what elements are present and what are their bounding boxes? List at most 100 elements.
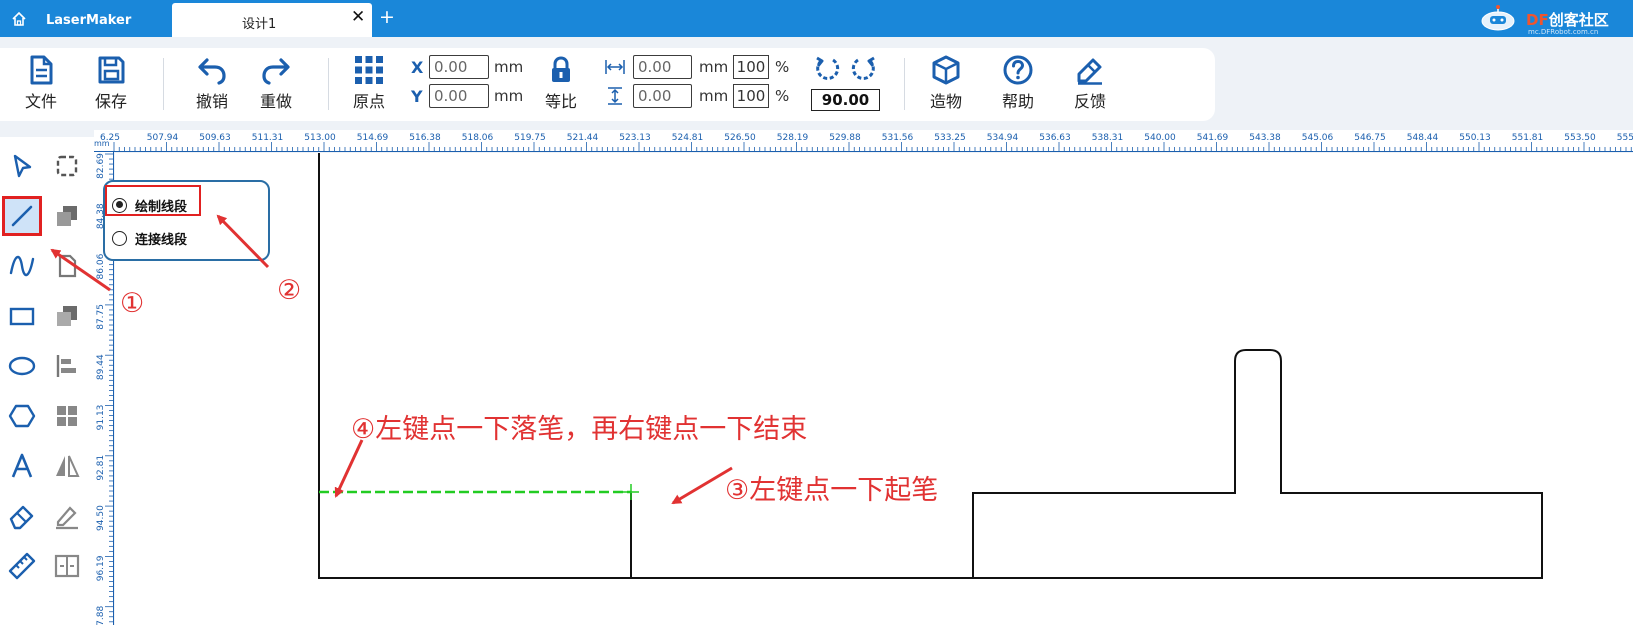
cursor-arrow-icon <box>13 154 32 178</box>
v-ruler-label: 89.44 <box>96 354 106 380</box>
save-label: 保存 <box>94 92 127 111</box>
h-ruler-label: 523.13 <box>619 133 651 143</box>
width-unit: mm <box>699 58 729 76</box>
align-tool[interactable] <box>47 346 87 386</box>
h-ruler-label: 529.88 <box>829 133 861 143</box>
add-tab-icon[interactable]: + <box>379 6 395 28</box>
brand-url: mc.DFRobot.com.cn <box>1528 28 1599 36</box>
undo-button[interactable]: 撤销 <box>183 54 241 112</box>
subtract-tool[interactable] <box>47 296 87 336</box>
h-ruler-label: 511.31 <box>252 133 284 143</box>
save-button[interactable]: 保存 <box>82 54 140 112</box>
proportional-lock-button[interactable]: 等比 <box>532 54 590 112</box>
ruler-unit-label: mm <box>94 139 110 148</box>
ellipse-icon <box>8 356 36 376</box>
h-ruler-label: 538.31 <box>1092 133 1124 143</box>
h-ruler-label: 516.38 <box>409 133 441 143</box>
build-button[interactable]: 造物 <box>917 54 975 112</box>
height-arrow-icon <box>608 87 622 105</box>
h-ruler-label: 528.19 <box>777 133 809 143</box>
highlight-box <box>105 185 201 216</box>
help-button[interactable]: 帮助 <box>989 54 1047 112</box>
align-left-icon <box>56 355 76 377</box>
v-ruler-label: 92.81 <box>96 455 106 481</box>
design-canvas[interactable] <box>115 153 1633 625</box>
split-tool[interactable] <box>47 546 87 586</box>
help-label: 帮助 <box>1001 92 1034 111</box>
h-ruler-label: 513.00 <box>304 133 336 143</box>
h-ruler-label: 534.94 <box>987 133 1019 143</box>
origin-grid-icon <box>355 56 383 84</box>
title-bar: LaserMaker 2.0.16 设计1 ✕ + DF创客社区 mc.DFRo… <box>0 0 1633 69</box>
rotation-angle-input[interactable]: 90.00 <box>811 89 880 111</box>
select-tool[interactable] <box>2 146 42 186</box>
brand-name-cn: 创客社区 <box>1548 11 1609 29</box>
v-ruler-label: 94.50 <box>96 505 106 531</box>
h-ruler-label: 509.63 <box>199 133 231 143</box>
file-label: 文件 <box>24 92 57 111</box>
polygon-tool[interactable] <box>2 396 42 436</box>
pen-edit-tool[interactable] <box>47 496 87 536</box>
h-ruler-label: 550.13 <box>1459 133 1491 143</box>
width-arrow-icon <box>605 60 625 74</box>
annotation-3: ③左键点一下起笔 <box>725 475 939 506</box>
ellipse-tool[interactable] <box>2 346 42 386</box>
home-button[interactable] <box>0 0 38 37</box>
h-ruler-label: 521.44 <box>567 133 599 143</box>
combine-tool[interactable] <box>47 196 87 236</box>
height-input[interactable]: 0.00 <box>633 84 692 108</box>
annotation-1: ① <box>120 288 145 319</box>
eraser-tool[interactable] <box>2 496 42 536</box>
feedback-button[interactable]: 反馈 <box>1061 54 1119 112</box>
connect-segment-radio[interactable] <box>112 230 127 246</box>
h-ruler-label: 543.38 <box>1249 133 1281 143</box>
brand-logo: DF创客社区 mc.DFRobot.com.cn <box>1478 4 1633 36</box>
document-tab-label: 设计1 <box>242 17 277 32</box>
height-percent-input[interactable]: 100 <box>733 84 769 108</box>
connect-segment-option[interactable]: 连接线段 <box>112 227 187 249</box>
robot-logo-icon <box>1481 5 1515 31</box>
h-ruler-label: 545.06 <box>1302 133 1334 143</box>
text-a-icon <box>11 453 33 478</box>
lasermaker-window: LaserMaker 2.0.16 设计1 ✕ + DF创客社区 mc.DFRo… <box>0 0 1633 625</box>
redo-button[interactable]: 重做 <box>247 54 305 112</box>
feedback-label: 反馈 <box>1073 92 1106 111</box>
document-tab[interactable]: 设计1 ✕ <box>172 3 372 37</box>
app-tab[interactable]: LaserMaker 2.0.16 <box>38 0 172 69</box>
height-percent-sign: % <box>775 87 790 105</box>
rotate-right-icon[interactable] <box>850 55 878 83</box>
rotate-left-icon[interactable] <box>813 55 841 83</box>
ruler-icon <box>8 552 36 580</box>
h-ruler-label: 536.63 <box>1039 133 1071 143</box>
v-ruler-label: 87.75 <box>96 304 106 330</box>
y-position-input[interactable]: 0.00 <box>429 84 489 108</box>
close-tab-icon[interactable]: ✕ <box>351 7 365 27</box>
width-input[interactable]: 0.00 <box>633 55 692 79</box>
drawing-shapes <box>318 153 1543 579</box>
horizontal-ruler: 6.25 507.94 509.63 511.31 513.00 514.69 516.38… <box>94 130 1633 152</box>
text-tool[interactable] <box>2 446 42 486</box>
line-tool[interactable] <box>2 196 42 236</box>
origin-button[interactable]: 原点 <box>340 54 398 112</box>
rectangle-tool[interactable] <box>2 296 42 336</box>
measure-tool[interactable] <box>2 546 42 586</box>
h-ruler-label: 533.25 <box>934 133 966 143</box>
curve-tool[interactable] <box>2 246 42 286</box>
node-edit-tool[interactable] <box>47 146 87 186</box>
width-percent-input[interactable]: 100 <box>733 55 769 79</box>
layout-tool[interactable] <box>47 396 87 436</box>
proportional-label: 等比 <box>544 92 577 111</box>
annotation-4: ④左键点一下落笔，再右键点一下结束 <box>351 414 808 445</box>
split-icon <box>54 554 80 578</box>
mirror-tool[interactable] <box>47 446 87 486</box>
h-ruler-label: 553.50 <box>1564 133 1596 143</box>
x-unit: mm <box>494 58 524 76</box>
h-ruler-label: 548.44 <box>1407 133 1439 143</box>
subtract-squares-icon <box>57 306 77 326</box>
file-button[interactable]: 文件 <box>12 54 70 112</box>
redo-label: 重做 <box>259 92 292 111</box>
toolbar-divider <box>163 58 164 110</box>
document-tool[interactable] <box>47 246 87 286</box>
x-position-input[interactable]: 0.00 <box>429 55 489 79</box>
v-ruler-label: 91.13 <box>96 405 106 431</box>
